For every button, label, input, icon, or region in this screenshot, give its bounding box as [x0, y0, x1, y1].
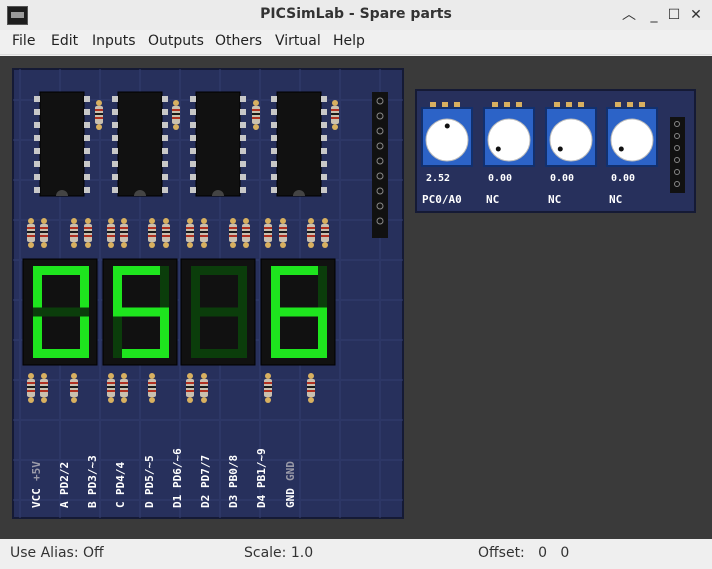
pin-name: D2: [199, 495, 212, 508]
menu-edit[interactable]: Edit: [51, 33, 78, 49]
pot-label: PC0/A0: [422, 193, 462, 206]
close-icon[interactable]: ✕: [686, 5, 706, 25]
pin-signal: PD7/7: [199, 455, 212, 488]
pin-label: D3 PB0/8: [227, 455, 240, 508]
pin-header: [372, 92, 388, 238]
pot-label: NC: [548, 193, 561, 206]
pot-knob[interactable]: [610, 118, 654, 162]
pin-signal: PD5/~5: [143, 455, 156, 495]
workspace-canvas[interactable]: VCC +5V A PD2/2 B PD3/~3 C PD4/4 D PD5/~5 D1 PD6/~6…: [0, 56, 712, 539]
seven-segment-display: [102, 258, 178, 366]
status-alias: Use Alias: Off: [10, 545, 104, 561]
segment-g: [271, 307, 327, 317]
segment-g: [191, 307, 247, 317]
menu-inputs[interactable]: Inputs: [92, 33, 136, 49]
pin-name: D4: [255, 494, 268, 508]
menu-help[interactable]: Help: [333, 33, 365, 49]
parts-svg: VCC +5V A PD2/2 B PD3/~3 C PD4/4 D PD5/~5 D1 PD6/~6…: [12, 68, 696, 519]
menu-bar: File Edit Inputs Outputs Others Virtual …: [0, 30, 712, 55]
pin-name: C: [114, 501, 127, 508]
pot-label: NC: [486, 193, 499, 206]
status-bar: Use Alias: Off Scale: 1.0 Offset: 0 0: [0, 540, 712, 569]
pin-signal: PB1/~9: [255, 448, 268, 488]
pot-knob[interactable]: [549, 118, 593, 162]
maximize-icon[interactable]: ☐: [664, 5, 684, 25]
pot-value: 0.00: [488, 173, 512, 184]
pin-name: VCC: [30, 488, 43, 508]
pin-name: GND: [284, 488, 297, 508]
pin-signal: PD3/~3: [86, 455, 99, 495]
ic-chip: [112, 91, 168, 197]
potentiometer-board[interactable]: 2.52 PC0/A0 0.00 NC 0.00 NC 0.00 NC: [415, 89, 696, 213]
ic-chip: [190, 91, 246, 197]
pin-signal: +5V: [30, 461, 43, 481]
pin-name: A: [58, 501, 71, 508]
window-title: PICSimLab - Spare parts: [260, 6, 452, 22]
pot-knob[interactable]: [487, 118, 531, 162]
pin-signal: PD4/4: [114, 462, 127, 495]
pot-value: 2.52: [426, 173, 450, 184]
seven-segment-display: [22, 258, 98, 366]
pot-value: 0.00: [550, 173, 574, 184]
pin-signal: PD6/~6: [171, 448, 184, 488]
pin-label: D1 PD6/~6: [171, 448, 184, 508]
pin-name: D3: [227, 495, 240, 508]
menu-outputs[interactable]: Outputs: [148, 33, 204, 49]
menu-file[interactable]: File: [12, 33, 35, 49]
pin-signal: PD2/2: [58, 462, 71, 495]
pin-signal: PB0/8: [227, 455, 240, 488]
status-offset: Offset: 0 0: [478, 545, 570, 561]
pin-name: D: [143, 501, 156, 508]
menu-virtual[interactable]: Virtual: [275, 33, 321, 49]
seven-segment-display: [180, 258, 256, 366]
pot-indicator: [444, 123, 450, 129]
title-bar: PICSimLab - Spare parts ︿ _ ☐ ✕: [0, 0, 712, 31]
pot-value: 0.00: [611, 173, 635, 184]
pot-label: NC: [609, 193, 622, 206]
pot-indicator: [618, 146, 624, 152]
minimize-icon[interactable]: _: [644, 5, 664, 25]
ic-chip: [271, 91, 327, 197]
pin-name: B: [86, 501, 99, 508]
segment-g: [33, 307, 89, 317]
pot-indicator: [495, 146, 501, 152]
pin-label: D2 PD7/7: [199, 455, 212, 508]
pin-name: D1: [171, 494, 184, 508]
ic-chip: [34, 91, 90, 197]
chevron-up-icon[interactable]: ︿: [619, 5, 639, 25]
seven-segment-display: [260, 258, 336, 366]
status-scale: Scale: 1.0: [244, 545, 314, 561]
pot-indicator: [557, 146, 563, 152]
pin-signal: GND: [284, 461, 297, 481]
pin-label: D4 PB1/~9: [255, 448, 268, 508]
menu-others[interactable]: Others: [215, 33, 262, 49]
segment-g: [113, 307, 169, 317]
seven-segment-board[interactable]: VCC +5V A PD2/2 B PD3/~3 C PD4/4 D PD5/~5 D1 PD6/~6…: [12, 68, 404, 519]
